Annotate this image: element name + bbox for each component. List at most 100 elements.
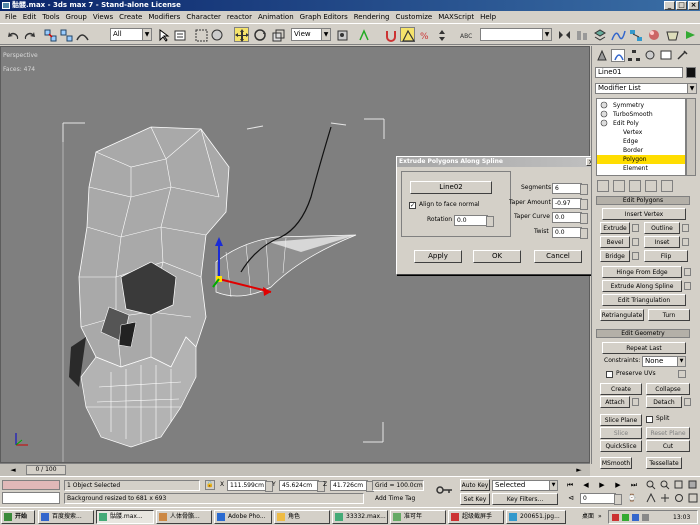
tray-volume-icon[interactable] xyxy=(642,514,649,521)
task-screenshot[interactable]: 超级截屏手 xyxy=(448,510,504,524)
move-icon[interactable] xyxy=(234,27,249,42)
align-to-face-normal-checkbox[interactable]: ✓ xyxy=(409,202,416,209)
select-manipulate-icon[interactable] xyxy=(356,27,371,42)
tray-antivirus-icon[interactable] xyxy=(612,514,619,521)
menu-views[interactable]: Views xyxy=(90,11,116,23)
dialog-title[interactable]: Extrude Polygons Along Spline xyxy=(397,157,598,167)
prev-frame-icon[interactable]: ◄ xyxy=(4,465,22,475)
show-end-result-icon[interactable] xyxy=(613,180,625,192)
window-crossing-icon[interactable] xyxy=(209,27,224,42)
repeat-last-button[interactable]: Repeat Last xyxy=(602,342,686,354)
modify-tab-icon[interactable] xyxy=(611,49,625,62)
pick-spline-button[interactable]: Line02 xyxy=(410,181,492,194)
stack-scrollbar[interactable] xyxy=(686,98,696,176)
maximize-button[interactable]: □ xyxy=(676,1,687,10)
set-key-button[interactable]: Set Key xyxy=(460,493,490,505)
menu-modifiers[interactable]: Modifiers xyxy=(145,11,183,23)
turn-button[interactable]: Turn xyxy=(648,309,690,321)
time-slider-thumb[interactable]: 0 / 100 xyxy=(26,465,66,475)
hierarchy-tab-icon[interactable] xyxy=(627,49,641,62)
segments-spinner[interactable]: 6 xyxy=(552,183,588,195)
attach-settings-icon[interactable] xyxy=(632,398,639,406)
menu-graph-editors[interactable]: Graph Editors xyxy=(297,11,351,23)
menu-animation[interactable]: Animation xyxy=(255,11,297,23)
y-coordinate-field[interactable]: 45.624cm xyxy=(279,480,325,492)
edit-named-selection-icon[interactable]: ABC xyxy=(458,27,473,42)
preserve-uvs-settings-icon[interactable] xyxy=(678,370,686,378)
tessellate-button[interactable]: Tessellate xyxy=(646,457,682,469)
arc-rotate-icon[interactable] xyxy=(674,493,684,503)
pin-stack-icon[interactable] xyxy=(597,180,609,192)
ref-coord-dropdown[interactable]: View ▼ xyxy=(291,28,331,41)
quick-render-icon[interactable] xyxy=(682,27,697,42)
select-link-icon[interactable] xyxy=(42,27,57,42)
add-time-tag[interactable]: Add Time Tag xyxy=(372,493,424,504)
time-slider[interactable]: 0 / 100 ◄ ► xyxy=(0,463,590,476)
next-frame-icon[interactable]: ► xyxy=(570,465,588,475)
taper-amount-spinner[interactable]: -0.97 xyxy=(552,198,588,210)
inset-settings-icon[interactable] xyxy=(682,238,689,246)
rotation-spinner[interactable]: 0.0 xyxy=(454,215,494,227)
minimize-button[interactable]: _ xyxy=(664,1,675,10)
msmooth-button[interactable]: MSmooth xyxy=(600,457,632,469)
quickslice-button[interactable]: QuickSlice xyxy=(600,440,642,452)
schematic-view-icon[interactable] xyxy=(628,27,643,42)
select-object-icon[interactable] xyxy=(156,27,171,42)
task-photoshop[interactable]: Adobe Pho... xyxy=(214,510,272,524)
preserve-uvs-checkbox[interactable] xyxy=(606,371,613,378)
bevel-settings-icon[interactable] xyxy=(632,238,639,246)
stack-item-border[interactable]: Border xyxy=(597,146,685,155)
menu-rendering[interactable]: Rendering xyxy=(351,11,393,23)
key-mode-icon[interactable]: ⊲ xyxy=(566,493,576,504)
menu-character[interactable]: Character xyxy=(183,11,224,23)
align-icon[interactable] xyxy=(574,27,589,42)
tray-ime-icon[interactable] xyxy=(632,514,639,521)
tray-network-icon[interactable] xyxy=(622,514,629,521)
maxscript-listener-mini[interactable] xyxy=(2,480,60,490)
outline-button[interactable]: Outline xyxy=(644,222,680,234)
apply-button[interactable]: Apply xyxy=(414,250,462,263)
undo-icon[interactable] xyxy=(5,27,20,42)
key-selection-dropdown[interactable]: Selected ▼ xyxy=(492,480,558,491)
create-tab-icon[interactable] xyxy=(595,49,609,62)
detach-settings-icon[interactable] xyxy=(684,398,691,406)
pivot-center-icon[interactable] xyxy=(334,27,349,42)
motion-tab-icon[interactable] xyxy=(643,49,657,62)
menu-help[interactable]: Help xyxy=(477,11,499,23)
edit-geometry-rollout-header[interactable]: Edit Geometry xyxy=(596,329,690,338)
lock-selection-icon[interactable]: 🔒 xyxy=(205,480,215,490)
menu-reactor[interactable]: reactor xyxy=(224,11,255,23)
goto-start-icon[interactable]: ⏮ xyxy=(564,480,576,491)
task-zhunkenian[interactable]: 准可年 xyxy=(390,510,446,524)
bevel-button[interactable]: Bevel xyxy=(600,236,630,248)
layer-manager-icon[interactable] xyxy=(592,27,607,42)
bridge-settings-icon[interactable] xyxy=(632,252,639,260)
collapse-button[interactable]: Collapse xyxy=(646,383,690,395)
stack-item-element[interactable]: Element xyxy=(597,164,685,173)
unlink-icon[interactable] xyxy=(58,27,73,42)
ok-button[interactable]: OK xyxy=(473,250,521,263)
slice-plane-button[interactable]: Slice Plane xyxy=(600,414,642,426)
goto-end-icon[interactable]: ⏭ xyxy=(628,480,640,491)
zoom-extents-all-icon[interactable] xyxy=(688,480,698,490)
constraints-dropdown[interactable]: None ▼ xyxy=(642,356,686,367)
zoom-icon[interactable] xyxy=(646,480,656,490)
cut-button[interactable]: Cut xyxy=(646,440,690,452)
modifier-list-dropdown[interactable]: Modifier List ▼ xyxy=(595,83,697,94)
remove-modifier-icon[interactable] xyxy=(645,180,657,192)
menu-maxscript[interactable]: MAXScript xyxy=(435,11,477,23)
menu-create[interactable]: Create xyxy=(116,11,145,23)
flip-button[interactable]: Flip xyxy=(644,250,688,262)
detach-button[interactable]: Detach xyxy=(646,396,682,408)
spinner-snap-icon[interactable] xyxy=(434,27,449,42)
material-editor-icon[interactable] xyxy=(646,27,661,42)
task-3dsmax[interactable]: 骷髅.max... xyxy=(96,510,154,524)
auto-key-button[interactable]: Auto Key xyxy=(460,479,490,491)
maximize-viewport-icon[interactable] xyxy=(688,493,698,503)
hinge-settings-icon[interactable] xyxy=(684,268,691,276)
zoom-all-icon[interactable] xyxy=(660,480,670,490)
menu-customize[interactable]: Customize xyxy=(392,11,435,23)
redo-icon[interactable] xyxy=(21,27,36,42)
task-character[interactable]: 角色 xyxy=(274,510,330,524)
create-button[interactable]: Create xyxy=(600,383,642,395)
